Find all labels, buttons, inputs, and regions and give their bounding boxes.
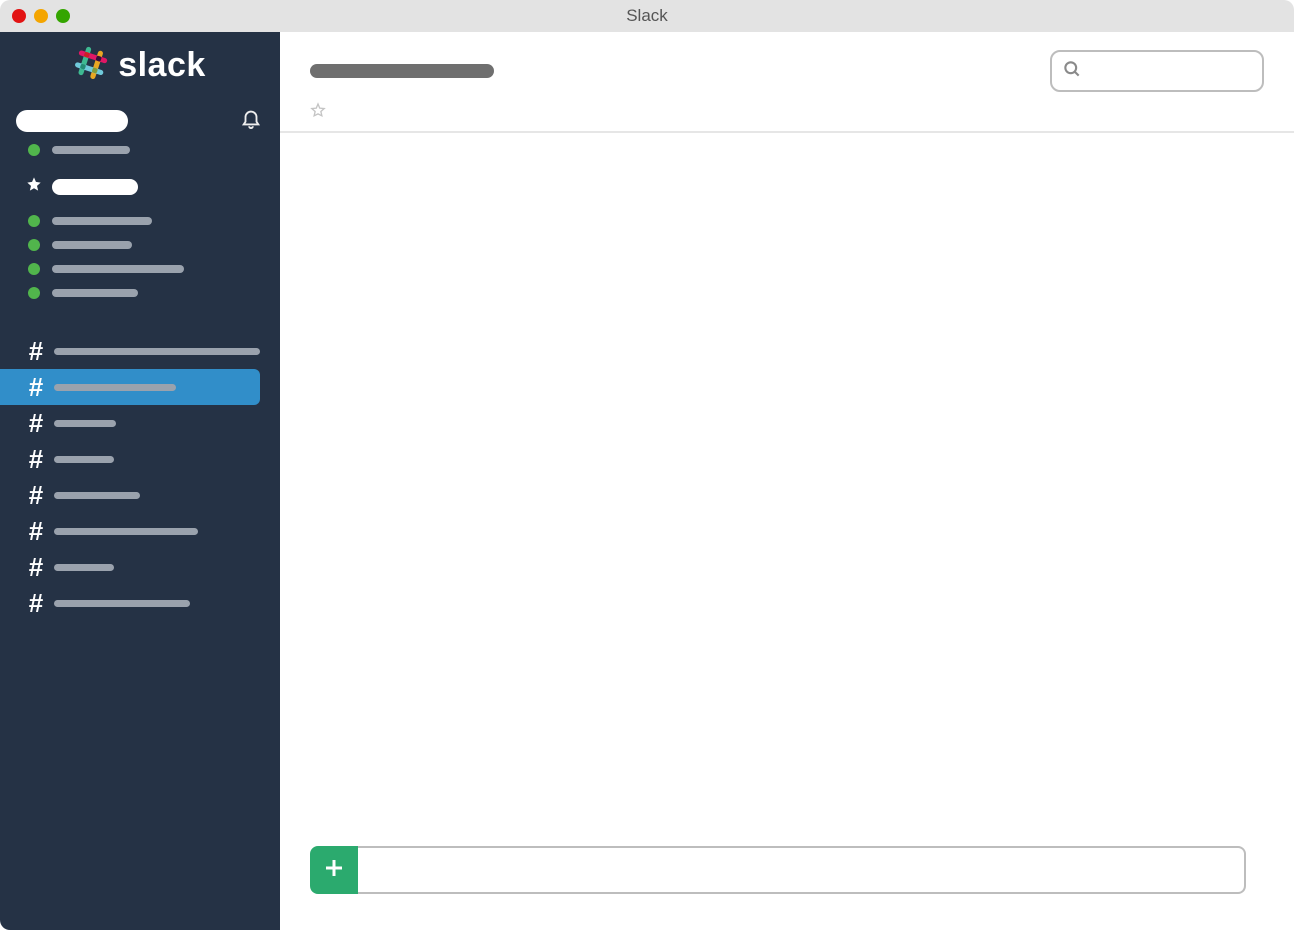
star-icon — [26, 176, 42, 197]
hash-icon: # — [26, 482, 46, 508]
window-title: Slack — [0, 6, 1294, 26]
starred-item[interactable] — [22, 281, 272, 305]
search-icon — [1062, 59, 1082, 84]
maximize-window-button[interactable] — [56, 9, 70, 23]
hash-icon: # — [26, 518, 46, 544]
starred-item-label — [52, 265, 184, 273]
channel-item-label — [54, 528, 198, 535]
titlebar: Slack — [0, 0, 1294, 32]
starred-item-label — [52, 217, 152, 225]
attach-button[interactable] — [310, 846, 358, 894]
message-input[interactable] — [358, 846, 1246, 894]
channel-item[interactable]: # — [0, 333, 280, 369]
channel-item-label — [54, 420, 116, 427]
message-composer — [310, 846, 1246, 894]
search-input[interactable] — [1050, 50, 1264, 92]
channel-item[interactable]: # — [0, 513, 280, 549]
workspace-switcher[interactable] — [0, 107, 280, 142]
plus-icon — [322, 856, 346, 885]
hash-icon: # — [26, 374, 46, 400]
brand-logo: slack — [0, 46, 280, 85]
presence-indicator-icon — [28, 144, 40, 156]
channel-item[interactable]: # — [0, 585, 280, 621]
workspace-name — [16, 110, 128, 132]
hash-icon: # — [26, 338, 46, 364]
window-controls — [12, 9, 70, 23]
channel-item-label — [54, 600, 190, 607]
channel-header — [280, 32, 1294, 133]
channel-title — [310, 64, 494, 78]
starred-item[interactable] — [22, 257, 272, 281]
presence-indicator-icon — [28, 239, 40, 251]
starred-header[interactable] — [22, 176, 272, 197]
channel-item-label — [54, 348, 260, 355]
slack-hash-icon — [74, 46, 108, 85]
presence-indicator-icon — [28, 263, 40, 275]
notifications-icon[interactable] — [240, 107, 262, 134]
starred-item[interactable] — [22, 233, 272, 257]
channel-item-label — [54, 456, 114, 463]
channel-item[interactable]: # — [0, 369, 260, 405]
current-user-name — [52, 146, 130, 154]
app-body: slack — [0, 32, 1294, 930]
channel-item-label — [54, 384, 176, 391]
channel-header-sub — [310, 102, 1264, 123]
search-field[interactable] — [1090, 63, 1289, 80]
hash-icon: # — [26, 410, 46, 436]
hash-icon: # — [26, 590, 46, 616]
hash-icon: # — [26, 446, 46, 472]
app-window: Slack — [0, 0, 1294, 930]
presence-indicator-icon — [28, 287, 40, 299]
presence-indicator-icon — [28, 215, 40, 227]
sidebar: slack — [0, 32, 280, 930]
channel-item[interactable]: # — [0, 405, 280, 441]
channel-item[interactable]: # — [0, 477, 280, 513]
close-window-button[interactable] — [12, 9, 26, 23]
channel-item[interactable]: # — [0, 441, 280, 477]
star-outline-icon[interactable] — [310, 102, 326, 123]
starred-label — [52, 179, 138, 195]
main-pane — [280, 32, 1294, 930]
minimize-window-button[interactable] — [34, 9, 48, 23]
messages-area — [280, 133, 1294, 930]
channel-item[interactable]: # — [0, 549, 280, 585]
channel-item-label — [54, 564, 114, 571]
current-user-row[interactable] — [0, 142, 280, 176]
starred-section — [0, 176, 280, 305]
starred-item-label — [52, 241, 132, 249]
brand-wordmark: slack — [118, 46, 206, 85]
starred-item[interactable] — [22, 209, 272, 233]
channels-section: # # # # # # # # — [0, 333, 280, 621]
channel-item-label — [54, 492, 140, 499]
starred-item-label — [52, 289, 138, 297]
hash-icon: # — [26, 554, 46, 580]
